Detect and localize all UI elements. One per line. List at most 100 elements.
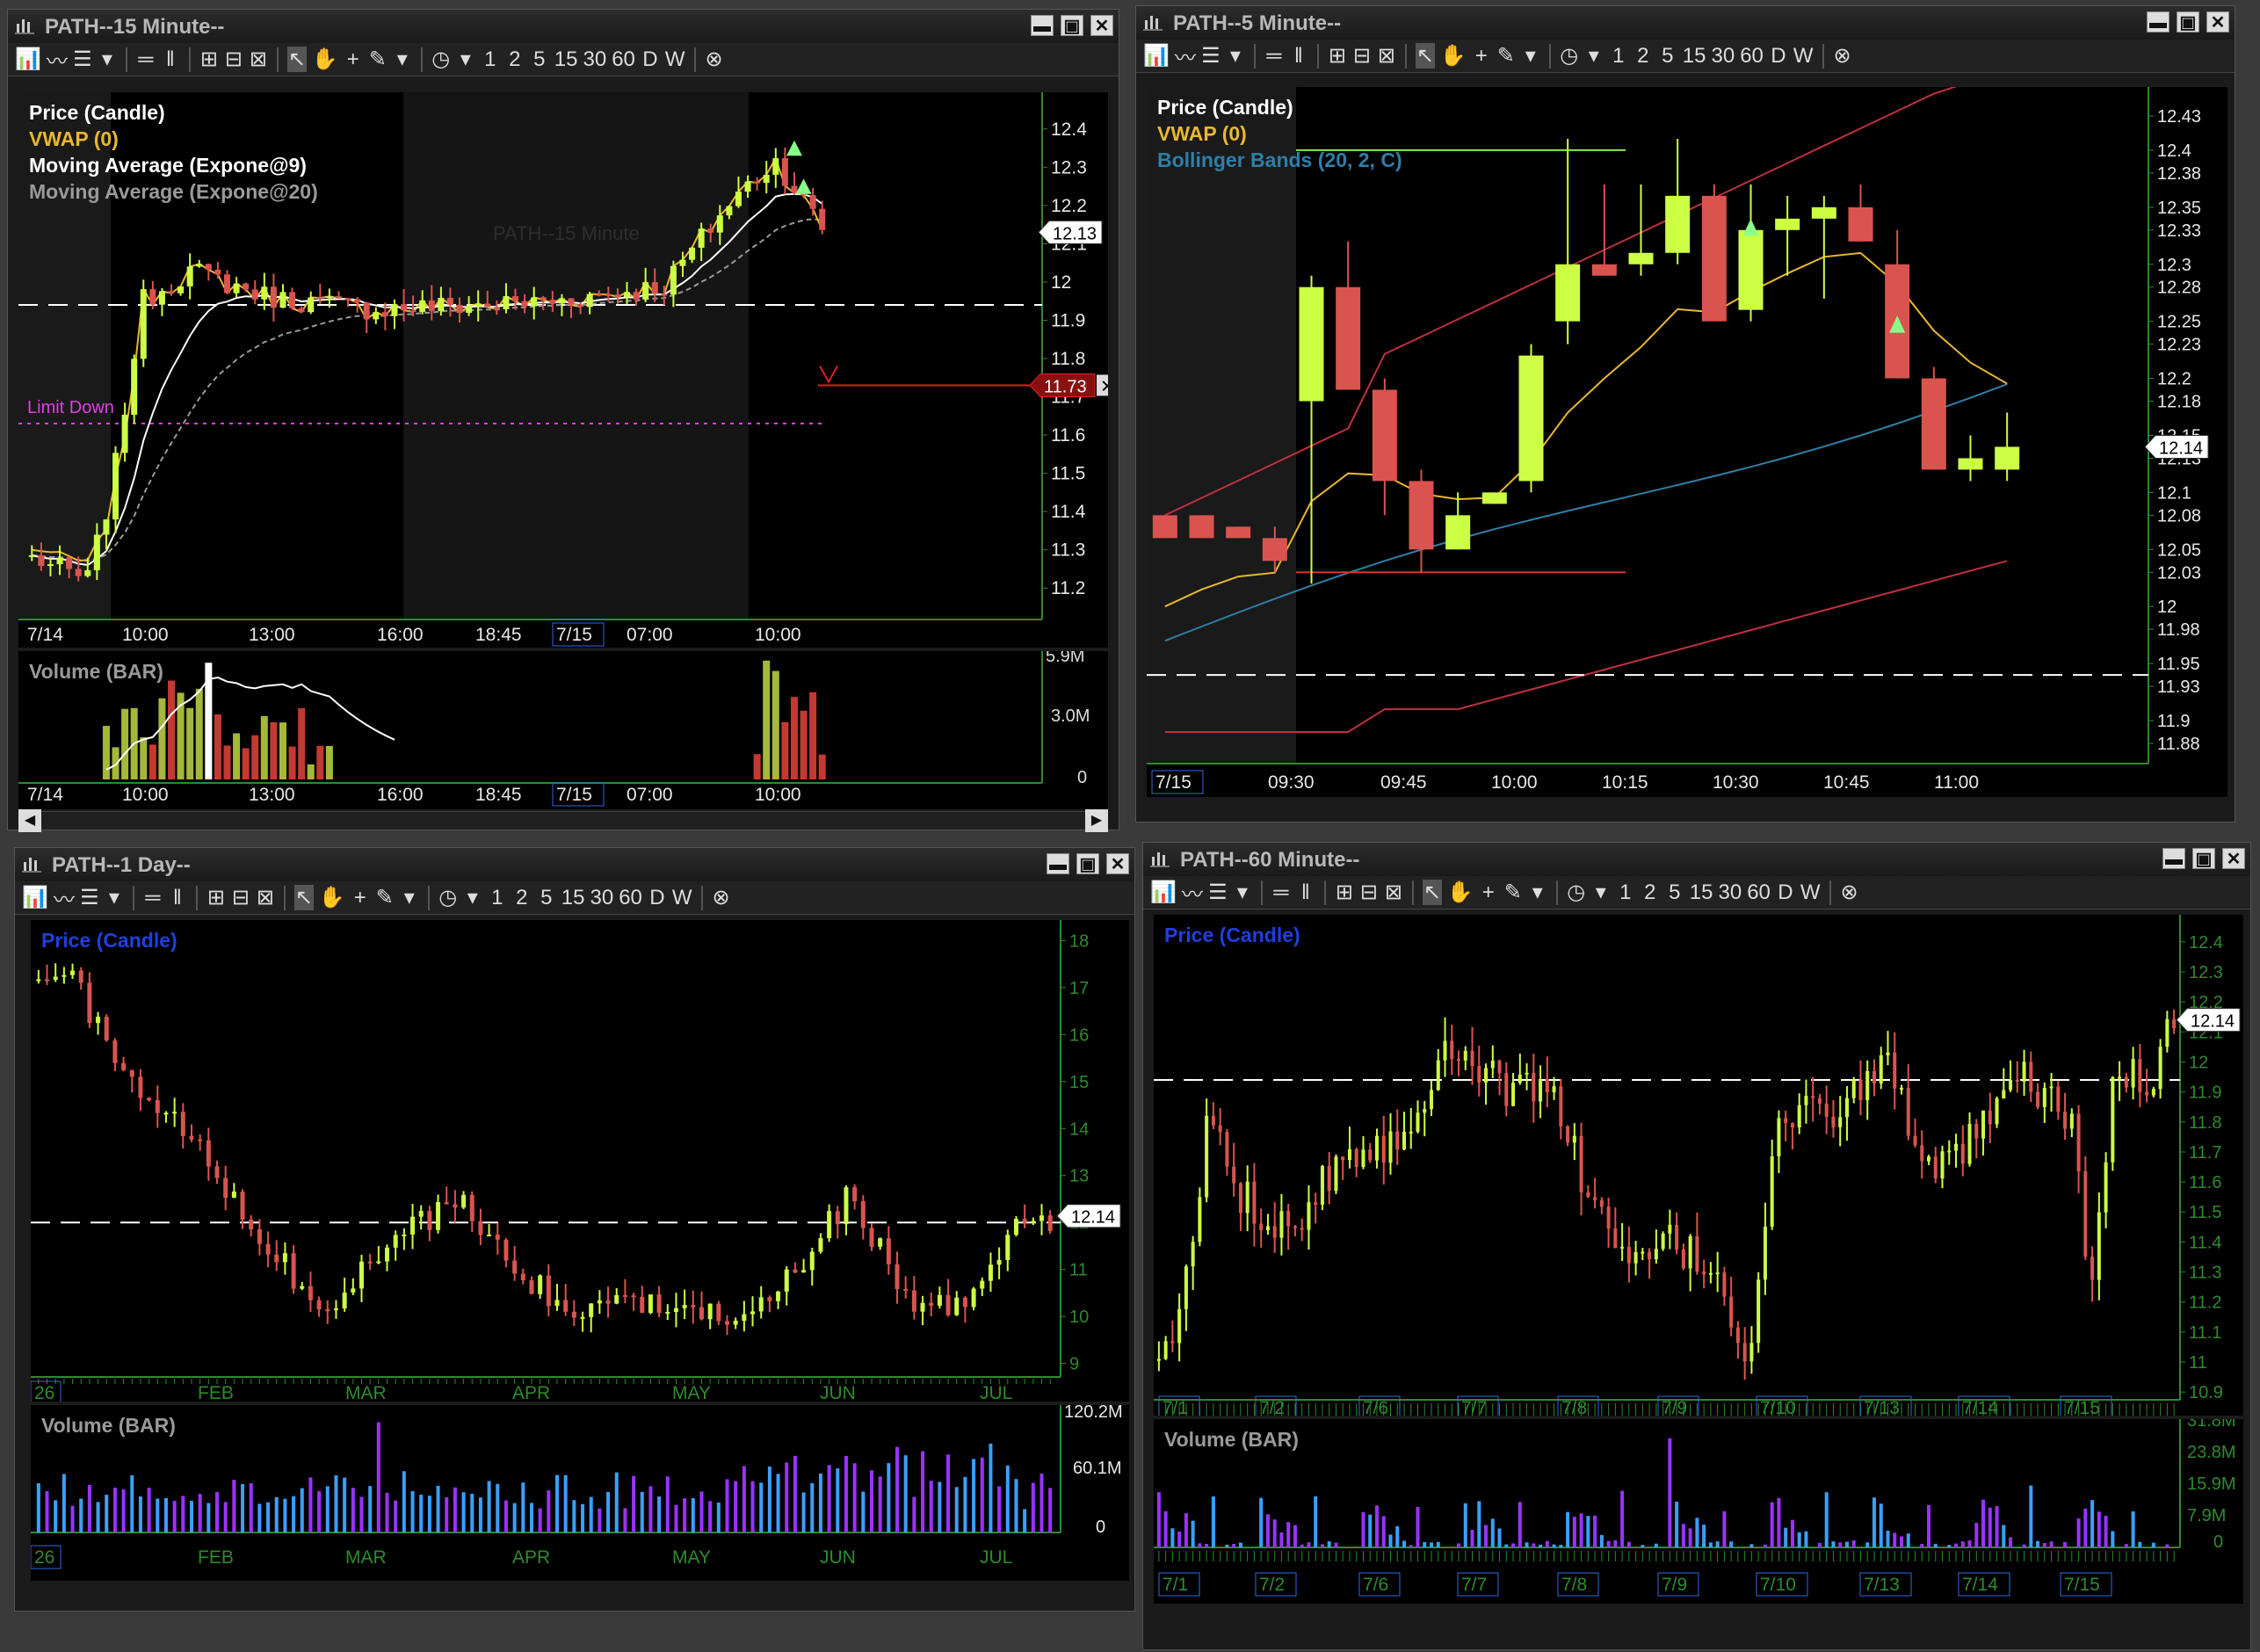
cancel-icon[interactable]: ⊗ (705, 47, 724, 72)
pointer-icon[interactable]: ↖ (1422, 880, 1442, 905)
draw-icon[interactable]: ✎ (368, 47, 388, 72)
vertical-split-icon[interactable]: ‖ (1296, 880, 1315, 905)
interval-button-60[interactable]: 60 (619, 886, 642, 910)
zoom-in-icon[interactable]: ⊞ (199, 47, 219, 72)
horizontal-split-icon[interactable]: ═ (1271, 880, 1291, 905)
close-button[interactable]: ✕ (2206, 11, 2229, 33)
chevron-down-icon[interactable]: ▾ (1226, 43, 1245, 69)
window-15-minute[interactable]: PATH--15 Minute-- ▬ ▣ ✕ 📊 〰 ☰ ▾ ═ ‖ ⊞ ⊟ ⊠ ↖ ✋ + ✎ ▾ ◷ ▾… (7, 9, 1119, 832)
price-pane[interactable]: PATH--15 Minute Limit Down 12.4 12.3 12.2 12… (18, 92, 1108, 648)
pointer-icon[interactable]: ↖ (286, 47, 307, 72)
interval-button-d[interactable]: D (1776, 880, 1795, 905)
interval-button-w[interactable]: W (1793, 44, 1814, 69)
volume-pane[interactable]: 5.9M 3.0M 0 7/14 10:00 13:00 16:00 18:45 7/15 07:… (18, 651, 1108, 809)
clock-icon[interactable]: ◷ (1567, 880, 1586, 905)
scroll-right-icon[interactable]: ▶ (1085, 809, 1108, 832)
maximize-button[interactable]: ▣ (2177, 11, 2199, 33)
studies-icon[interactable]: ☰ (1208, 880, 1228, 905)
title-bar[interactable]: PATH--60 Minute-- ▬ ▣ ✕ (1143, 843, 2250, 877)
crosshair-icon[interactable]: + (344, 47, 363, 72)
zoom-out-icon[interactable]: ⊟ (1352, 43, 1372, 69)
interval-button-2[interactable]: 2 (1641, 880, 1660, 905)
chevron-down-icon[interactable]: ▾ (1521, 43, 1540, 69)
window-1-day[interactable]: PATH--1 Day-- ▬ ▣ ✕ 📊 〰 ☰ ▾ ═ ‖ ⊞ ⊟ ⊠ ↖ ✋ + ✎ ▾ ◷ ▾ 1 2 5 1… (14, 847, 1135, 1612)
studies-icon[interactable]: ☰ (73, 47, 92, 72)
vertical-split-icon[interactable]: ‖ (168, 886, 187, 910)
interval-button-d[interactable]: D (1769, 44, 1788, 69)
interval-button-d[interactable]: D (648, 886, 667, 910)
close-button[interactable]: ✕ (1106, 853, 1129, 874)
zoom-fit-icon[interactable]: ⊠ (1384, 880, 1403, 905)
volume-chart[interactable]: 5.9M 3.0M 0 7/14 10:00 13:00 16:00 18:45 7/15 07:… (18, 651, 1108, 809)
minimize-button[interactable]: ▬ (2162, 848, 2185, 869)
zoom-out-icon[interactable]: ⊟ (224, 47, 243, 72)
maximize-button[interactable]: ▣ (1061, 15, 1083, 36)
scroll-left-icon[interactable]: ◀ (18, 809, 41, 832)
chevron-down-icon[interactable]: ▾ (456, 47, 475, 72)
chevron-down-icon[interactable]: ▾ (463, 885, 482, 910)
interval-button-w[interactable]: W (672, 886, 692, 910)
chevron-down-icon[interactable]: ▾ (393, 47, 412, 72)
indicator-icon[interactable]: 〰 (47, 44, 68, 75)
minimize-button[interactable]: ▬ (1031, 15, 1054, 36)
clock-icon[interactable]: ◷ (438, 885, 458, 910)
volume-pane[interactable]: 31.8M 23.8M 15.9M 7.9M 0 7/1 7/2 7/6 7/7 7/8 7/9 7/… (1154, 1419, 2243, 1604)
interval-button-2[interactable]: 2 (505, 47, 525, 72)
horizontal-split-icon[interactable]: ═ (143, 886, 163, 910)
clock-icon[interactable]: ◷ (431, 47, 451, 72)
chevron-down-icon[interactable]: ▾ (1233, 880, 1252, 905)
interval-button-60[interactable]: 60 (1747, 880, 1771, 905)
interval-button-30[interactable]: 30 (590, 886, 613, 910)
chevron-down-icon[interactable]: ▾ (105, 885, 124, 910)
price-pane[interactable]: 12.4 12.3 12.2 12.1 12 11.9 11.8 11.7 11.6 11.5 11… (1154, 915, 2243, 1416)
title-bar[interactable]: PATH--5 Minute-- ▬ ▣ ✕ (1136, 6, 2235, 40)
price-chart[interactable]: 181716151413121110912.1426FEBMARAPRMAYJU… (31, 920, 1129, 1402)
close-button[interactable]: ✕ (1090, 15, 1113, 36)
chart-type-icon[interactable]: 📊 (15, 47, 41, 72)
chart-type-icon[interactable]: 📊 (1150, 880, 1177, 905)
indicator-icon[interactable]: 〰 (1175, 40, 1196, 71)
interval-button-1[interactable]: 1 (1609, 44, 1628, 69)
interval-button-5[interactable]: 5 (530, 47, 549, 72)
interval-button-5[interactable]: 5 (537, 886, 556, 910)
cancel-icon[interactable]: ⊗ (712, 885, 731, 910)
chevron-down-icon[interactable]: ▾ (1528, 880, 1547, 905)
volume-chart[interactable]: 120.2M 60.1M 0 26 FEB MAR APR MAY JUN JUL (31, 1405, 1129, 1581)
interval-button-30[interactable]: 30 (583, 47, 606, 72)
interval-button-30[interactable]: 30 (1718, 880, 1742, 905)
chevron-down-icon[interactable]: ▾ (98, 47, 117, 72)
interval-button-15[interactable]: 15 (1690, 880, 1713, 905)
horizontal-scrollbar[interactable]: ◀ ▶ (18, 809, 1108, 832)
interval-button-60[interactable]: 60 (1740, 44, 1764, 69)
interval-button-15[interactable]: 15 (1683, 44, 1706, 69)
horizontal-split-icon[interactable]: ═ (1264, 44, 1284, 69)
close-button[interactable]: ✕ (2222, 848, 2245, 869)
minimize-button[interactable]: ▬ (1047, 853, 1069, 874)
price-pane[interactable]: 181716151413121110912.1426FEBMARAPRMAYJU… (31, 920, 1129, 1402)
zoom-in-icon[interactable]: ⊞ (206, 885, 226, 910)
vertical-split-icon[interactable]: ‖ (1289, 44, 1308, 69)
interval-button-d[interactable]: D (641, 47, 660, 72)
interval-button-1[interactable]: 1 (1616, 880, 1635, 905)
price-pane[interactable]: 12.43 12.4 12.38 12.35 12.33 12.3 12.28 12.25 12… (1147, 87, 2227, 797)
window-60-minute[interactable]: PATH--60 Minute-- ▬ ▣ ✕ 📊 〰 ☰ ▾ ═ ‖ ⊞ ⊟ ⊠ ↖ ✋ + ✎ ▾ ◷ ▾… (1142, 842, 2251, 1650)
title-bar[interactable]: PATH--1 Day-- ▬ ▣ ✕ (15, 848, 1134, 882)
window-5-minute[interactable]: PATH--5 Minute-- ▬ ▣ ✕ 📊 〰 ☰ ▾ ═ ‖ ⊞ ⊟ ⊠ ↖ ✋ + ✎ ▾ ◷ ▾ 1… (1135, 5, 2235, 822)
indicator-icon[interactable]: 〰 (1182, 877, 1203, 908)
chevron-down-icon[interactable]: ▾ (1591, 880, 1611, 905)
draw-icon[interactable]: ✎ (1496, 43, 1516, 69)
zoom-fit-icon[interactable]: ⊠ (256, 885, 275, 910)
crosshair-icon[interactable]: + (1472, 44, 1491, 69)
volume-pane[interactable]: 120.2M 60.1M 0 26 FEB MAR APR MAY JUN JUL Volume … (31, 1405, 1129, 1581)
indicator-icon[interactable]: 〰 (54, 882, 75, 913)
chart-type-icon[interactable]: 📊 (1143, 43, 1170, 69)
pan-icon[interactable]: ✋ (1447, 880, 1474, 905)
draw-icon[interactable]: ✎ (1503, 880, 1523, 905)
pointer-icon[interactable]: ↖ (1415, 43, 1435, 69)
interval-button-60[interactable]: 60 (612, 47, 635, 72)
interval-button-1[interactable]: 1 (488, 886, 507, 910)
crosshair-icon[interactable]: + (1479, 880, 1498, 905)
interval-button-w[interactable]: W (665, 47, 685, 72)
pointer-icon[interactable]: ↖ (293, 885, 314, 910)
maximize-button[interactable]: ▣ (2192, 848, 2215, 869)
